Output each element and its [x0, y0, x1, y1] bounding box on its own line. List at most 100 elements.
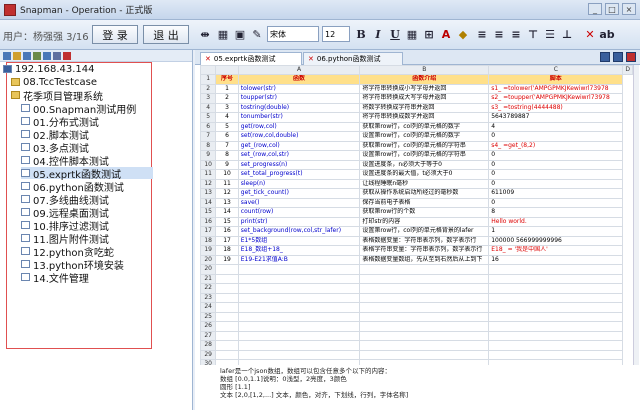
tree-item[interactable]: 12.python贪吃蛇	[21, 245, 114, 259]
table-cell[interactable]: sleep(n)	[237, 178, 361, 189]
table-cell[interactable]: tonumber(str)	[237, 112, 361, 123]
table-cell[interactable]: 表格数据变量：字符串表示列，数字表示行	[359, 235, 490, 246]
row-number[interactable]: 8	[200, 140, 217, 151]
header-cell[interactable]: 函数介绍	[359, 74, 490, 85]
table-cell[interactable]: 获取第row行，col列的单元格的数字	[359, 121, 490, 132]
table-cell[interactable]: 12	[215, 188, 239, 199]
table-cell[interactable]: 设置第row行，col列的单元格背景的lafer	[359, 226, 490, 237]
table-cell[interactable]: 16	[488, 254, 624, 265]
bold-icon[interactable]: B	[354, 27, 368, 41]
new-icon[interactable]	[3, 51, 11, 60]
table-cell[interactable]: 设置第row行，col列的单元格的字符串	[359, 150, 490, 161]
table-cell[interactable]: set(row,col,double)	[237, 131, 361, 142]
merge-icon[interactable]: ⊞	[422, 27, 436, 41]
table-cell[interactable]: set_total_progress(t)	[237, 169, 361, 180]
font-select[interactable]: 宋体	[267, 26, 319, 42]
row-number[interactable]: 1	[200, 74, 217, 85]
valign-middle-icon[interactable]: ☰	[543, 27, 557, 41]
table-cell[interactable]: 0	[488, 159, 624, 170]
table-cell[interactable]: 7	[215, 140, 239, 151]
table-cell[interactable]: 15	[215, 216, 239, 227]
font-size-select[interactable]: 12	[322, 26, 350, 42]
table-cell[interactable]	[488, 264, 624, 275]
table-cell[interactable]: toupper(str)	[237, 93, 361, 104]
login-button[interactable]: 登 录	[92, 25, 138, 44]
minimize-button[interactable]: _	[588, 3, 602, 15]
tab-close-icon[interactable]: ✕	[205, 55, 211, 63]
logout-button[interactable]: 退 出	[143, 25, 189, 44]
tree-item[interactable]: 09.远程桌面测试	[21, 206, 109, 220]
table-cell[interactable]: 8	[215, 150, 239, 161]
table-cell[interactable]	[215, 321, 239, 332]
table-cell[interactable]: save()	[237, 197, 361, 208]
table-cell[interactable]: 将字符串转换成小写字母并返回	[359, 83, 490, 94]
remove-icon[interactable]	[63, 51, 71, 60]
row-number[interactable]: 7	[200, 131, 217, 142]
table-cell[interactable]	[215, 359, 239, 365]
table-cell[interactable]: E18_ = '我是中国人'	[488, 245, 624, 256]
sheet-close-icon[interactable]	[626, 52, 636, 62]
row-number[interactable]: 14	[200, 197, 217, 208]
table-cell[interactable]	[488, 292, 624, 303]
format-icon[interactable]: ✎	[250, 27, 264, 41]
underline-icon[interactable]: U	[388, 27, 402, 41]
table-cell[interactable]	[488, 283, 624, 294]
fill-color-icon[interactable]: ◆	[456, 27, 470, 41]
table-cell[interactable]: 4	[488, 121, 624, 132]
table-cell[interactable]	[215, 283, 239, 294]
row-number[interactable]: 11	[200, 169, 217, 180]
tab-exprtk[interactable]: ✕ 05.exprtk函数测试	[200, 52, 302, 65]
align-center-icon[interactable]: ≡	[492, 27, 506, 41]
tree-item[interactable]: 00.Snapman测试用例	[21, 102, 136, 116]
table-cell[interactable]	[488, 302, 624, 313]
table-cell[interactable]: set_progress(n)	[237, 159, 361, 170]
row-number[interactable]: 2	[200, 83, 217, 94]
tree-item[interactable]: 07.多线曲线测试	[21, 193, 109, 207]
sheet-save-icon[interactable]	[600, 52, 610, 62]
close-button[interactable]: ×	[622, 3, 636, 15]
table-cell[interactable]: 表格数据变量数组，先从至到右然后从上到下	[359, 254, 490, 265]
table-cell[interactable]: s1_ =tolower('AMPGPMKJKewiwrl73978	[488, 83, 624, 94]
table-cell[interactable]	[488, 311, 624, 322]
table-cell[interactable]: 2	[215, 93, 239, 104]
row-number[interactable]: 22	[200, 283, 217, 294]
table-cell[interactable]	[237, 273, 361, 284]
table-cell[interactable]	[359, 292, 490, 303]
table-cell[interactable]	[215, 349, 239, 360]
table-cell[interactable]: E19-E21求值A:B	[237, 254, 361, 265]
corner-cell[interactable]	[200, 65, 217, 75]
table-cell[interactable]: 1	[488, 226, 624, 237]
table-cell[interactable]: set_background(row,col,str_lafer)	[237, 226, 361, 237]
table-cell[interactable]: 17	[215, 235, 239, 246]
table-cell[interactable]: 19	[215, 254, 239, 265]
table-cell[interactable]: 3	[215, 102, 239, 113]
table-cell[interactable]: print(str)	[237, 216, 361, 227]
table-cell[interactable]	[488, 340, 624, 351]
table-cell[interactable]	[215, 340, 239, 351]
table-cell[interactable]: 0	[488, 197, 624, 208]
row-number[interactable]: 17	[200, 226, 217, 237]
row-number[interactable]: 23	[200, 292, 217, 303]
table-cell[interactable]	[237, 283, 361, 294]
tree-item[interactable]: 06.python函数测试	[21, 180, 124, 194]
header-cell[interactable]: 脚本	[488, 74, 624, 85]
row-number[interactable]: 21	[200, 273, 217, 284]
folder-icon[interactable]	[13, 51, 21, 60]
tree-item[interactable]: 05.exprtk函数测试	[21, 167, 153, 181]
table-cell[interactable]	[215, 311, 239, 322]
table-icon[interactable]: ▦	[216, 27, 230, 41]
row-number[interactable]: 20	[200, 254, 217, 265]
table-cell[interactable]: 6	[215, 131, 239, 142]
font-style-icon[interactable]: ab	[599, 27, 614, 41]
table-cell[interactable]	[215, 302, 239, 313]
column-header[interactable]: D	[622, 65, 633, 75]
row-number[interactable]: 15	[200, 207, 217, 218]
table-cell[interactable]	[488, 273, 624, 284]
valign-bottom-icon[interactable]: ⊥	[560, 27, 574, 41]
row-number[interactable]: 4	[200, 102, 217, 113]
table-cell[interactable]	[359, 340, 490, 351]
row-number[interactable]: 30	[200, 359, 217, 365]
table-cell[interactable]: 10	[215, 169, 239, 180]
table-cell[interactable]: 设置进度条的最大值，t必须大于0	[359, 169, 490, 180]
table-cell[interactable]: 将数字转换成字符串并返回	[359, 102, 490, 113]
